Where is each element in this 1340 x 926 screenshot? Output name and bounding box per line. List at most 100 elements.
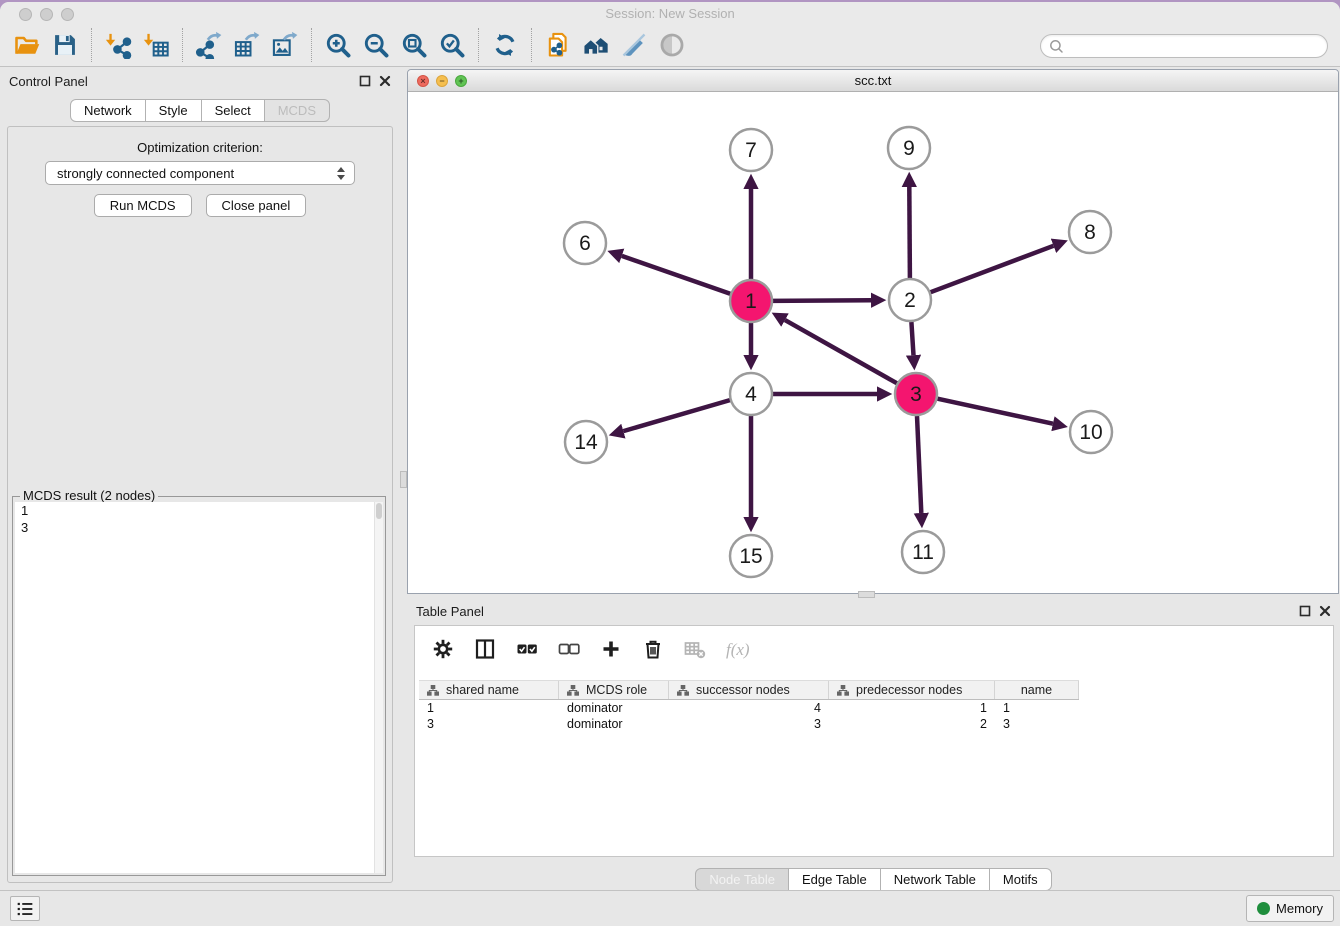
graph-node-10[interactable]: 10 [1070, 411, 1112, 453]
cell-successor-nodes[interactable]: 3 [669, 717, 829, 731]
toolbar-open-file-button[interactable] [8, 26, 46, 64]
graph-node-3[interactable]: 3 [895, 373, 937, 415]
search-input[interactable] [1064, 37, 1327, 55]
column-header-mcds-role[interactable]: MCDS role [559, 681, 669, 699]
result-scrollbar[interactable] [374, 502, 383, 873]
cell-successor-nodes[interactable]: 4 [669, 701, 829, 715]
network-zoom-button[interactable]: + [455, 75, 467, 87]
cell-predecessor-nodes[interactable]: 2 [829, 717, 995, 731]
cell-name[interactable]: 3 [995, 717, 1079, 731]
table-add-button[interactable] [598, 636, 624, 662]
network-close-button[interactable]: × [417, 75, 429, 87]
optimization-criterion-label: Optimization criterion: [8, 140, 392, 155]
vertical-splitter-handle[interactable] [400, 471, 407, 488]
tab-mcds[interactable]: MCDS [264, 99, 330, 122]
cell-mcds-role[interactable]: dominator [559, 701, 669, 715]
graph-node-4[interactable]: 4 [730, 373, 772, 415]
horizontal-splitter-handle[interactable] [858, 591, 875, 598]
search-icon [1048, 38, 1064, 54]
tab-node-table[interactable]: Node Table [695, 868, 789, 891]
tab-select[interactable]: Select [201, 99, 265, 122]
graph-edge-1-2[interactable] [773, 300, 871, 301]
toolbar-import-table-button[interactable] [137, 26, 175, 64]
optimization-criterion-select[interactable]: strongly connected component [45, 161, 355, 185]
graph-node-6[interactable]: 6 [564, 222, 606, 264]
tab-style[interactable]: Style [145, 99, 202, 122]
graph-edge-3-11[interactable] [917, 416, 921, 513]
graph-edge-1-6[interactable] [622, 256, 730, 294]
tab-network-table[interactable]: Network Table [880, 868, 990, 891]
memory-button[interactable]: Memory [1246, 895, 1334, 922]
graph-edge-2-8[interactable] [931, 246, 1054, 292]
float-table-panel-icon[interactable] [1299, 605, 1311, 617]
toolbar-duplicate-network-button[interactable] [539, 26, 577, 64]
graph-edge-2-3[interactable] [911, 322, 913, 355]
tab-motifs[interactable]: Motifs [989, 868, 1052, 891]
network-minimize-button[interactable]: − [436, 75, 448, 87]
cell-shared-name[interactable]: 1 [419, 701, 559, 715]
mcds-result-list[interactable]: 13 [15, 502, 383, 873]
toolbar-zoom-in-button[interactable] [319, 26, 357, 64]
column-header-shared-name[interactable]: shared name [419, 681, 559, 699]
close-table-panel-icon[interactable] [1319, 605, 1331, 617]
column-header-name[interactable]: name [995, 681, 1079, 699]
cell-predecessor-nodes[interactable]: 1 [829, 701, 995, 715]
toolbar-zoom-out-button[interactable] [357, 26, 395, 64]
table-gear-button[interactable] [430, 636, 456, 662]
result-scrollbar-thumb[interactable] [376, 503, 382, 519]
graph-node-7[interactable]: 7 [730, 129, 772, 171]
graph-node-15[interactable]: 15 [730, 535, 772, 577]
toolbar-icon-group [8, 26, 691, 64]
toolbar-homes-button[interactable] [577, 26, 615, 64]
column-header-predecessor-nodes[interactable]: predecessor nodes [829, 681, 995, 699]
graph-node-1[interactable]: 1 [730, 280, 772, 322]
graph-node-2[interactable]: 2 [889, 279, 931, 321]
search-box[interactable] [1040, 34, 1328, 58]
graph-edge-2-9[interactable] [909, 187, 910, 278]
table-panel-title: Table Panel [416, 604, 484, 619]
graph-node-8[interactable]: 8 [1069, 211, 1111, 253]
cell-mcds-role[interactable]: dominator [559, 717, 669, 731]
control-panel: Control Panel NetworkStyleSelectMCDS Opt… [0, 68, 400, 890]
run-mcds-button[interactable]: Run MCDS [94, 194, 192, 217]
toolbar-refresh-button[interactable] [486, 26, 524, 64]
graph-node-9[interactable]: 9 [888, 127, 930, 169]
toolbar-save-button[interactable] [46, 26, 84, 64]
toolbar-export-network-button[interactable] [190, 26, 228, 64]
table-row[interactable]: 3dominator323 [419, 716, 1079, 732]
network-canvas[interactable]: 7 9 6 8 1 2 4 3 14 10 15 11 [408, 92, 1338, 593]
toolbar-zoom-fit-button[interactable] [395, 26, 433, 64]
table-row[interactable]: 1dominator411 [419, 700, 1079, 716]
toolbar-zoom-selected-button[interactable] [433, 26, 471, 64]
toolbar-import-network-button[interactable] [99, 26, 137, 64]
toolbar-export-table-button[interactable] [228, 26, 266, 64]
graph-node-14[interactable]: 14 [565, 421, 607, 463]
task-history-button[interactable] [10, 896, 40, 921]
float-panel-icon[interactable] [359, 75, 371, 87]
table-delete-button[interactable] [640, 636, 666, 662]
graph-edge-3-1[interactable] [785, 320, 897, 383]
table-select-all-button[interactable] [514, 636, 540, 662]
select-all-icon [515, 637, 539, 661]
close-panel-button[interactable]: Close panel [206, 194, 307, 217]
graph-node-11[interactable]: 11 [902, 531, 944, 573]
close-panel-icon[interactable] [379, 75, 391, 87]
table-columns-button[interactable] [472, 636, 498, 662]
graph-edge-3-10[interactable] [938, 399, 1053, 424]
columns-icon [473, 637, 497, 661]
column-header-successor-nodes[interactable]: successor nodes [669, 681, 829, 699]
graph-edge-4-14[interactable] [623, 400, 730, 431]
toolbar-export-image-button[interactable] [266, 26, 304, 64]
column-type-icon [677, 685, 689, 696]
zoom-out-icon [362, 31, 390, 59]
tab-edge-table[interactable]: Edge Table [788, 868, 881, 891]
tab-network[interactable]: Network [70, 99, 146, 122]
toolbar-show-hide-button [653, 26, 691, 64]
toolbar-style-brush-button[interactable] [615, 26, 653, 64]
column-header-label: successor nodes [696, 683, 790, 697]
cell-name[interactable]: 1 [995, 701, 1079, 715]
column-header-label: MCDS role [586, 683, 647, 697]
cell-shared-name[interactable]: 3 [419, 717, 559, 731]
status-bar: Memory [0, 890, 1340, 926]
table-unselect-all-button[interactable] [556, 636, 582, 662]
